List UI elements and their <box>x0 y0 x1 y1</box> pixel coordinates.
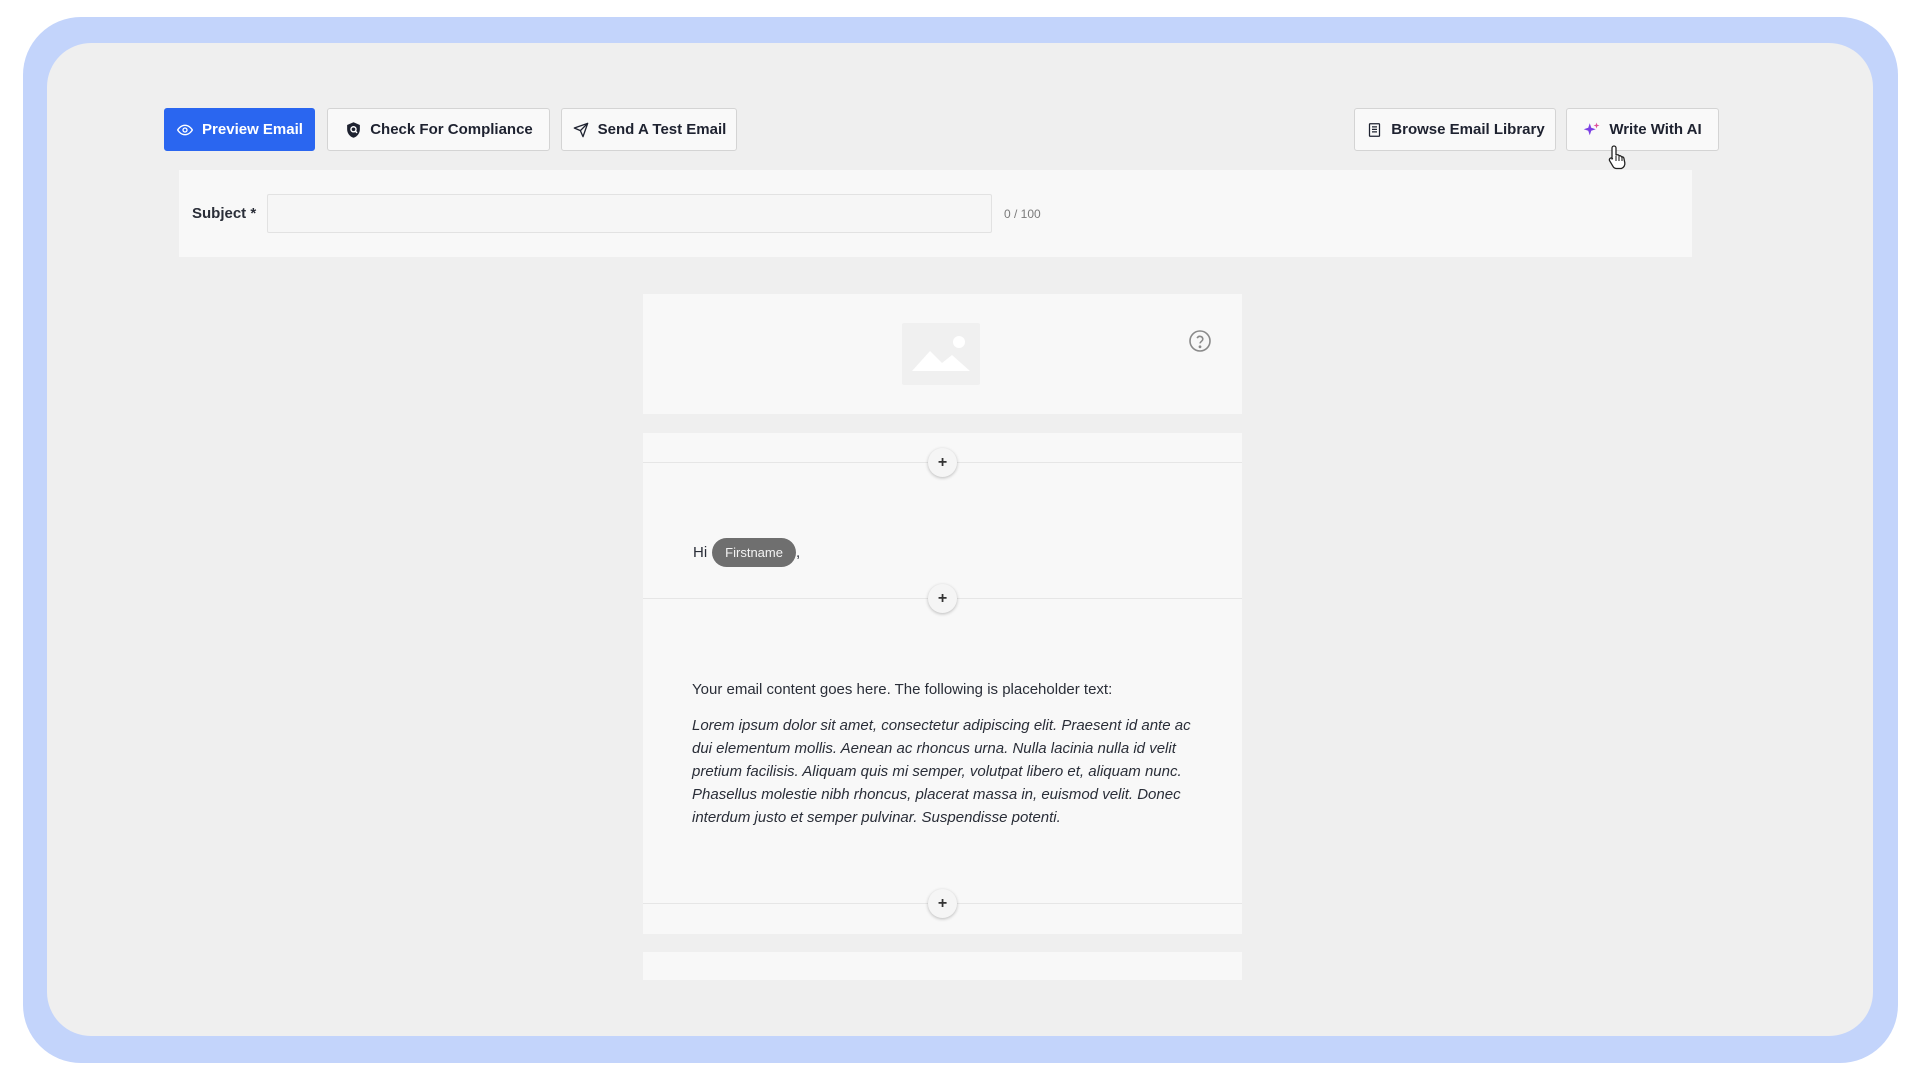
book-icon <box>1365 121 1383 139</box>
hand-pointer-icon <box>1607 144 1629 170</box>
check-compliance-label: Check For Compliance <box>370 121 533 138</box>
send-icon <box>572 121 590 139</box>
preview-email-label: Preview Email <box>202 121 303 138</box>
sparkle-icon <box>1583 121 1601 139</box>
email-placeholder-paragraph[interactable]: Lorem ipsum dolor sit amet, consectetur … <box>692 714 1202 829</box>
add-block-button[interactable]: + <box>928 448 957 477</box>
greeting-prefix: Hi <box>693 544 708 561</box>
subject-bar: Subject * 0 / 100 <box>179 170 1692 257</box>
preview-email-button[interactable]: Preview Email <box>164 108 315 151</box>
greeting-suffix: , <box>795 544 801 561</box>
add-block-button[interactable]: + <box>928 584 957 613</box>
send-test-email-button[interactable]: Send A Test Email <box>561 108 737 151</box>
browse-email-library-button[interactable]: Browse Email Library <box>1354 108 1556 151</box>
eye-icon <box>176 121 194 139</box>
subject-char-count: 0 / 100 <box>1004 206 1041 221</box>
question-circle-icon[interactable] <box>1188 329 1212 353</box>
write-with-ai-button[interactable]: Write With AI <box>1566 108 1719 151</box>
email-editor: Preview Email Check For Compliance Send … <box>47 43 1873 1036</box>
image-placeholder-icon[interactable] <box>902 323 980 385</box>
add-block-button[interactable]: + <box>928 889 957 918</box>
shield-icon <box>344 121 362 139</box>
subject-input[interactable] <box>267 194 992 233</box>
greeting-line[interactable]: Hi Firstname , <box>693 538 800 567</box>
check-compliance-button[interactable]: Check For Compliance <box>327 108 550 151</box>
browse-email-library-label: Browse Email Library <box>1391 121 1545 138</box>
email-body-block: + Hi Firstname , + Your email content go… <box>643 433 1242 934</box>
email-intro-text[interactable]: Your email content goes here. The follow… <box>692 681 1112 698</box>
firstname-token[interactable]: Firstname <box>712 538 796 567</box>
email-header-block[interactable] <box>643 294 1242 414</box>
email-footer-block[interactable] <box>643 952 1242 980</box>
write-with-ai-label: Write With AI <box>1609 121 1702 138</box>
send-test-email-label: Send A Test Email <box>597 121 727 138</box>
subject-label: Subject * <box>192 205 257 222</box>
